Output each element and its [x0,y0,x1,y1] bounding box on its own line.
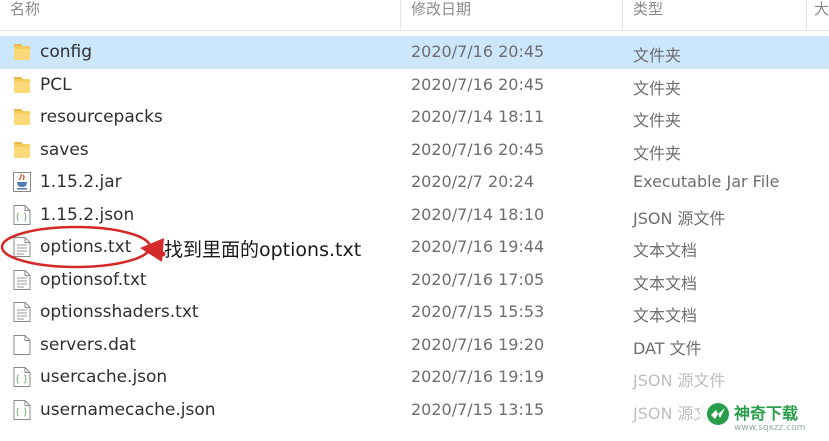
watermark-text: 神奇下载 [734,404,799,423]
watermark-url: www.sqxzz.com [734,423,806,433]
watermark-logo-icon [707,403,729,425]
annotation-overlay [0,225,166,269]
annotation-text: 找到里面的options.txt [164,239,362,261]
pointer-arrow-head [140,238,164,262]
watermark: 神奇下载 www.sqxzz.com [700,396,826,438]
highlight-ellipse [0,225,152,269]
